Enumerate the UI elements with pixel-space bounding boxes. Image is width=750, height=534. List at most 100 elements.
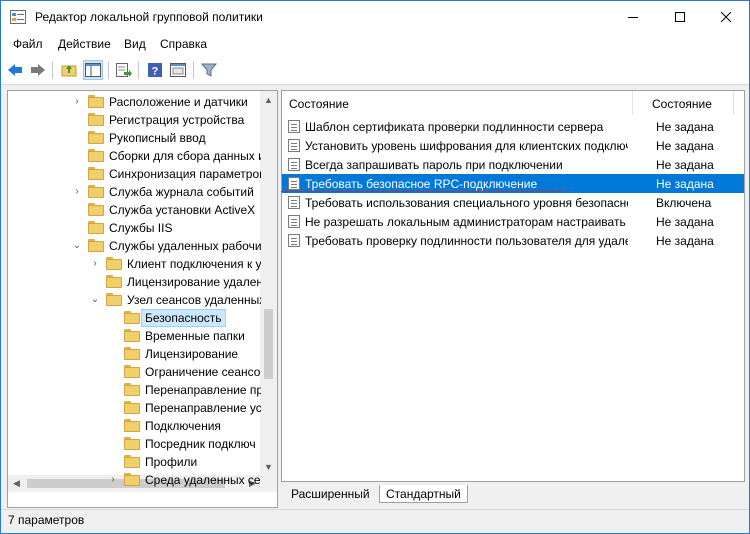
expand-chevron-icon[interactable]: › [108, 474, 118, 486]
toolbar-separator [193, 61, 194, 79]
folder-icon [124, 455, 140, 468]
column-header-state[interactable]: Состояние [652, 97, 712, 111]
table-row[interactable]: Требовать проверку подлинности пользоват… [282, 231, 744, 250]
tree-item-label: Подключения [145, 419, 221, 433]
tree-item[interactable]: Профили [8, 453, 261, 471]
menu-view[interactable]: Вид [124, 37, 146, 51]
table-row[interactable]: Всегда запрашивать пароль при подключени… [282, 155, 744, 174]
tree-item[interactable]: Регистрация устройства [8, 111, 261, 129]
minimize-button[interactable] [610, 1, 656, 33]
tree-vertical-scrollbar[interactable]: ▲ ▼ [260, 91, 277, 475]
tree-item[interactable]: Служба установки ActiveX [8, 201, 261, 219]
tree-item-label: Узел сеансов удаленных [127, 293, 261, 307]
expand-chevron-icon[interactable]: › [72, 96, 82, 108]
tree-item-label: Регистрация устройства [109, 113, 245, 127]
setting-name: Требовать безопасное RPC-подключение [305, 177, 538, 191]
policy-setting-icon [288, 158, 300, 171]
maximize-icon [675, 12, 685, 22]
folder-icon [88, 113, 104, 126]
tree-item[interactable]: Синхронизация параметров [8, 165, 261, 183]
expand-chevron-icon[interactable]: › [90, 258, 100, 270]
tree-item-label: Временные папки [145, 329, 245, 343]
table-row[interactable]: Шаблон сертификата проверки подлинности … [282, 117, 744, 136]
tree-item[interactable]: Службы IIS [8, 219, 261, 237]
tree-item[interactable]: Подключения [8, 417, 261, 435]
tab-standard[interactable]: Стандартный [379, 485, 468, 503]
tree-item-label: Перенаправление пр [145, 383, 261, 397]
extended-view-button[interactable] [168, 60, 188, 80]
back-button[interactable] [5, 60, 25, 80]
scroll-up-arrow-icon[interactable]: ▲ [260, 91, 277, 108]
setting-state: Не задана [656, 177, 714, 191]
tree-item-label: Синхронизация параметров [109, 167, 261, 181]
settings-list-pane[interactable]: Состояние Состояние Шаблон сертификата п… [281, 90, 745, 482]
tree-item[interactable]: › Служба журнала событий [8, 183, 261, 201]
tree-item[interactable]: ⌄ Службы удаленных рабочи [8, 237, 261, 255]
table-row[interactable]: Установить уровень шифрования для клиент… [282, 136, 744, 155]
folder-icon [124, 419, 140, 432]
show-hide-tree-button[interactable] [83, 60, 103, 80]
tree-item[interactable]: Рукописный ввод [8, 129, 261, 147]
collapse-chevron-icon[interactable]: ⌄ [90, 294, 100, 306]
folder-icon [106, 257, 122, 270]
status-text: 7 параметров [8, 513, 85, 527]
tree-item[interactable]: Перенаправление пр [8, 381, 261, 399]
view-tabs: Расширенный Стандартный [281, 483, 745, 505]
setting-name: Всегда запрашивать пароль при подключени… [305, 158, 563, 172]
toolbar-separator [108, 61, 109, 79]
tree-item[interactable]: Ограничение сеансов [8, 363, 261, 381]
collapse-chevron-icon[interactable]: ⌄ [72, 240, 82, 252]
export-list-button[interactable] [114, 60, 134, 80]
tree-item[interactable]: › Расположение и датчики [8, 93, 261, 111]
title-bar: Редактор локальной групповой политики [1, 1, 749, 33]
setting-state: Не задана [656, 120, 714, 134]
tree-item[interactable]: Посредник подключ [8, 435, 261, 453]
maximize-button[interactable] [657, 1, 703, 33]
filter-button[interactable] [199, 60, 219, 80]
tree-item[interactable]: Сборки для сбора данных и [8, 147, 261, 165]
tree-item[interactable]: Перенаправление ус [8, 399, 261, 417]
setting-name: Шаблон сертификата проверки подлинности … [305, 120, 604, 134]
help-button[interactable]: ? [145, 60, 165, 80]
folder-icon [124, 383, 140, 396]
tree-item[interactable]: Лицензирование [8, 345, 261, 363]
tree-item[interactable]: Временные папки [8, 327, 261, 345]
tree-pane[interactable]: ▲ ▼ ◀ ▶ › Расположение и датчики Регистрац… [7, 90, 278, 508]
forward-button[interactable] [28, 60, 48, 80]
folder-icon [88, 203, 104, 216]
tree-item[interactable]: Лицензирование удален [8, 273, 261, 291]
show-hide-tree-icon [85, 63, 101, 77]
column-divider[interactable] [632, 91, 633, 115]
menu-action[interactable]: Действие [58, 37, 111, 51]
tree-item[interactable]: › Клиент подключения к у [8, 255, 261, 273]
folder-icon [88, 239, 104, 252]
tree-item[interactable]: ⌄ Узел сеансов удаленных [8, 291, 261, 309]
setting-name: Установить уровень шифрования для клиент… [305, 139, 628, 153]
scroll-down-arrow-icon[interactable]: ▼ [260, 458, 277, 475]
tree-item-label: Безопасность [141, 309, 226, 327]
up-folder-button[interactable] [59, 60, 79, 80]
back-arrow-icon [8, 64, 22, 76]
tree-item[interactable]: Безопасность [8, 309, 277, 327]
toolbar-separator [138, 61, 139, 79]
menu-file[interactable]: Файл [13, 37, 43, 51]
column-header: Состояние Состояние [282, 91, 744, 115]
expand-chevron-icon[interactable]: › [72, 186, 82, 198]
close-button[interactable] [703, 1, 749, 33]
policy-setting-icon [288, 139, 300, 152]
folder-icon [124, 473, 140, 486]
tree-item-label: Перенаправление ус [145, 401, 261, 415]
tree-item-label: Сборки для сбора данных и [109, 149, 261, 163]
tree-item-label: Расположение и датчики [109, 95, 248, 109]
column-divider[interactable] [733, 91, 734, 115]
folder-icon [106, 275, 122, 288]
table-row[interactable]: Не разрешать локальным администраторам н… [282, 212, 744, 231]
menu-help[interactable]: Справка [160, 37, 207, 51]
extended-view-icon [170, 63, 186, 77]
column-header-name[interactable]: Состояние [289, 97, 349, 111]
minimize-icon [628, 17, 638, 18]
tab-extended[interactable]: Расширенный [285, 485, 376, 503]
tree-item[interactable]: › Среда удаленных се [8, 471, 261, 489]
status-bar: 7 параметров [1, 509, 749, 533]
table-row[interactable]: Требовать использования специального уро… [282, 193, 744, 212]
